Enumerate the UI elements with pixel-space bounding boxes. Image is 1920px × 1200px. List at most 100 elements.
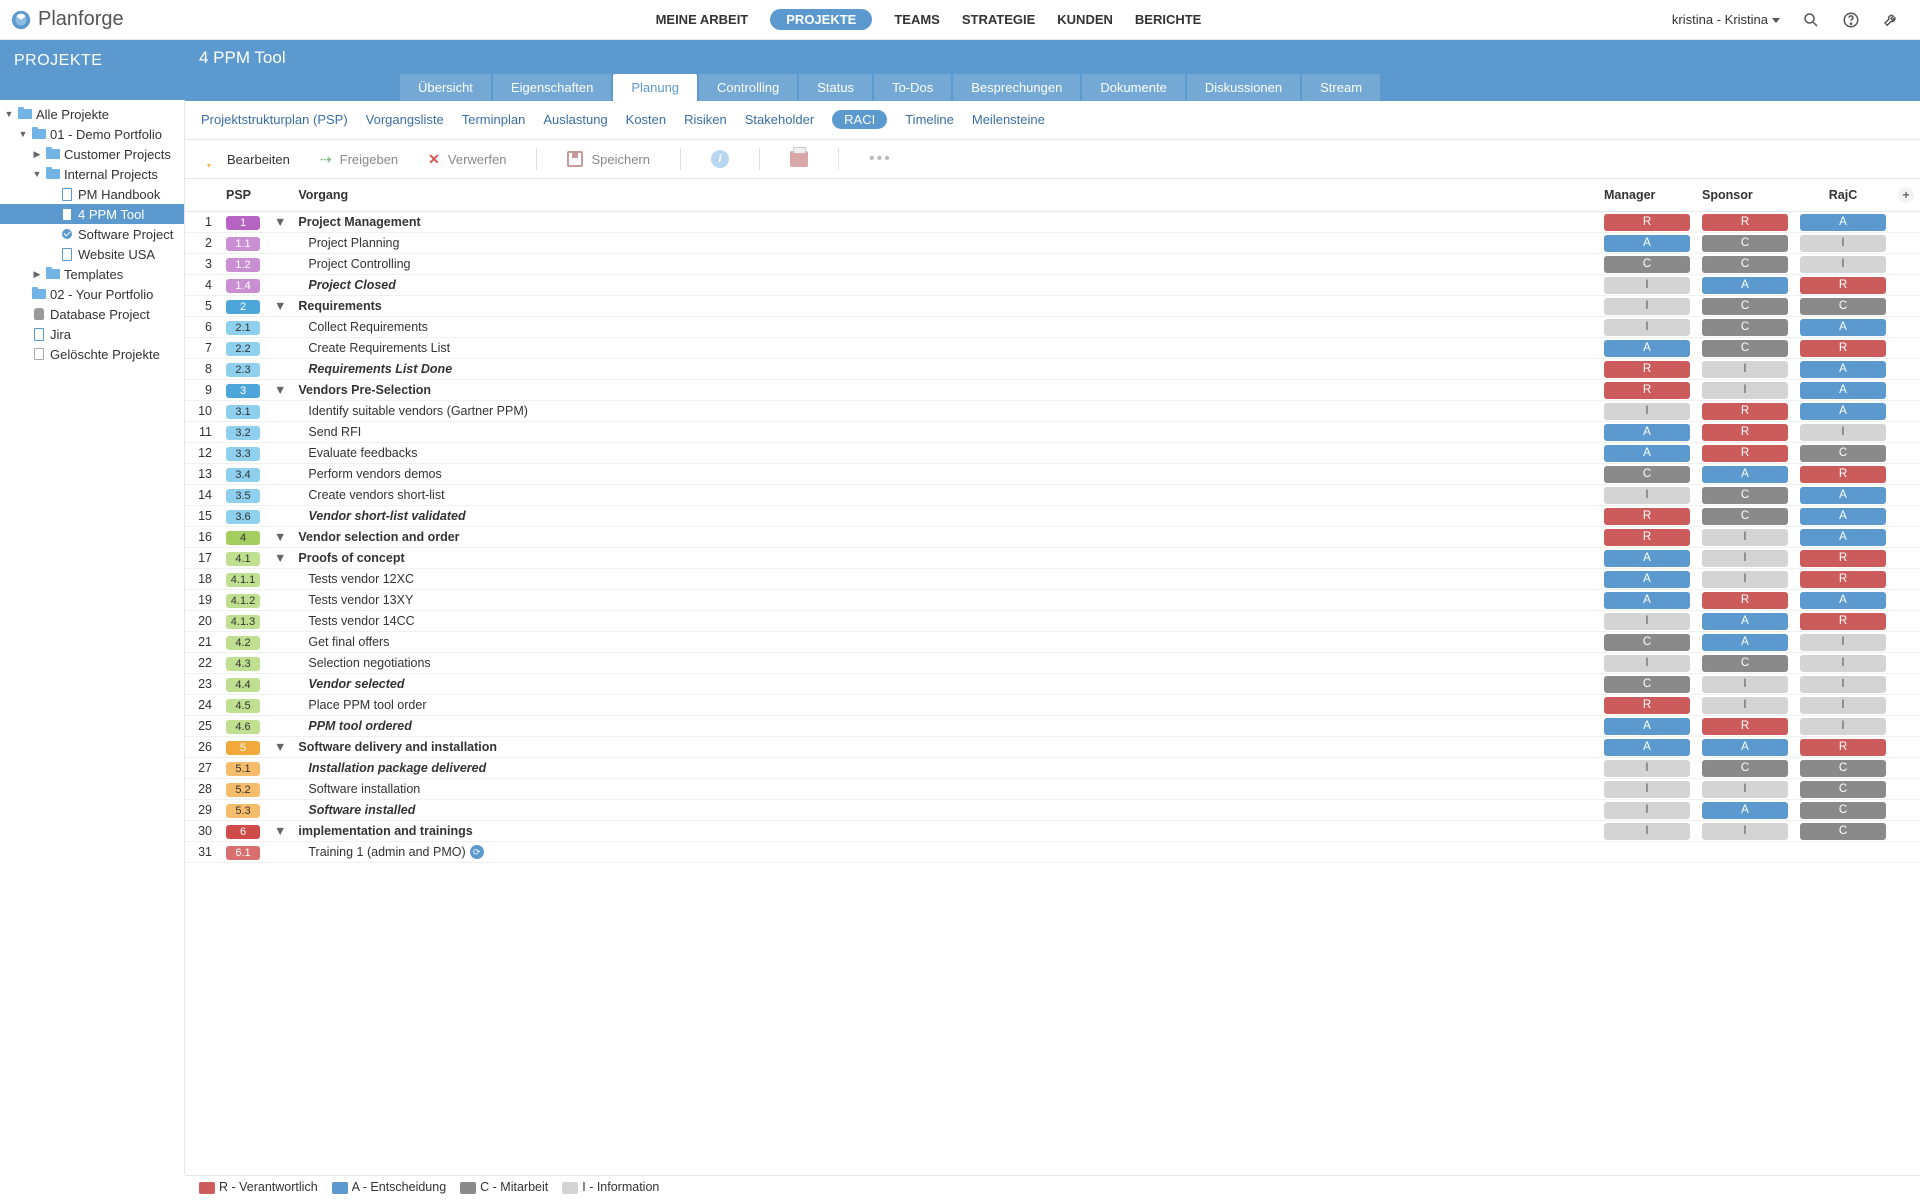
raci-cell[interactable]: C	[1800, 298, 1886, 315]
subtab-terminplan[interactable]: Terminplan	[462, 112, 526, 127]
raci-cell[interactable]: I	[1800, 655, 1886, 672]
raci-cell[interactable]: C	[1800, 781, 1886, 798]
raci-cell[interactable]: C	[1702, 340, 1788, 357]
raci-cell[interactable]: A	[1604, 445, 1690, 462]
raci-cell[interactable]: I	[1800, 718, 1886, 735]
raci-cell[interactable]: R	[1604, 508, 1690, 525]
tree-item[interactable]: Database Project	[0, 304, 184, 324]
subtab-projektstrukturplan-psp-[interactable]: Projektstrukturplan (PSP)	[201, 112, 348, 127]
tree-item[interactable]: 02 - Your Portfolio	[0, 284, 184, 304]
nav-kunden[interactable]: KUNDEN	[1057, 10, 1113, 29]
tree-toggle[interactable]: ▼	[4, 109, 14, 119]
subtab-meilensteine[interactable]: Meilensteine	[972, 112, 1045, 127]
table-row[interactable]: 41.4Project ClosedIAR	[185, 275, 1920, 296]
help-icon[interactable]	[1842, 11, 1860, 29]
subtab-timeline[interactable]: Timeline	[905, 112, 954, 127]
table-row[interactable]: 153.6Vendor short-list validatedRCA	[185, 506, 1920, 527]
table-row[interactable]: 133.4Perform vendors demosCAR	[185, 464, 1920, 485]
raci-cell[interactable]: I	[1800, 256, 1886, 273]
table-row[interactable]: 164▼Vendor selection and orderRIA	[185, 527, 1920, 548]
save-button[interactable]: Speichern	[567, 151, 650, 167]
table-row[interactable]: 285.2Software installationIIC	[185, 779, 1920, 800]
raci-cell[interactable]: A	[1702, 802, 1788, 819]
nav-berichte[interactable]: BERICHTE	[1135, 10, 1201, 29]
tree-toggle[interactable]: ▼	[18, 129, 28, 139]
nav-strategie[interactable]: STRATEGIE	[962, 10, 1035, 29]
tab-diskussionen[interactable]: Diskussionen	[1187, 74, 1300, 101]
raci-cell[interactable]: C	[1702, 655, 1788, 672]
col-manager[interactable]: Manager	[1598, 179, 1696, 212]
row-toggle[interactable]: ▼	[268, 296, 292, 317]
table-row[interactable]: 82.3Requirements List DoneRIA	[185, 359, 1920, 380]
raci-cell[interactable]: I	[1702, 823, 1788, 840]
raci-cell[interactable]: R	[1604, 361, 1690, 378]
raci-cell[interactable]: C	[1702, 319, 1788, 336]
raci-cell[interactable]: C	[1800, 760, 1886, 777]
release-button[interactable]: ⇢ Freigeben	[320, 151, 398, 168]
raci-cell[interactable]: R	[1604, 382, 1690, 399]
raci-cell[interactable]: R	[1800, 739, 1886, 756]
raci-cell[interactable]: R	[1800, 277, 1886, 294]
row-toggle[interactable]: ▼	[268, 212, 292, 233]
tab-controlling[interactable]: Controlling	[699, 74, 797, 101]
tab-eigenschaften[interactable]: Eigenschaften	[493, 74, 611, 101]
raci-cell[interactable]: C	[1702, 508, 1788, 525]
raci-cell[interactable]: I	[1604, 655, 1690, 672]
raci-cell[interactable]: R	[1604, 529, 1690, 546]
table-row[interactable]: 194.1.2Tests vendor 13XYARA	[185, 590, 1920, 611]
raci-cell[interactable]: R	[1800, 613, 1886, 630]
raci-cell[interactable]: I	[1604, 319, 1690, 336]
search-icon[interactable]	[1802, 11, 1820, 29]
table-row[interactable]: 103.1Identify suitable vendors (Gartner …	[185, 401, 1920, 422]
nav-projekte[interactable]: PROJEKTE	[770, 9, 872, 30]
raci-cell[interactable]: A	[1800, 214, 1886, 231]
tab-übersicht[interactable]: Übersicht	[400, 74, 491, 101]
raci-cell[interactable]: I	[1800, 676, 1886, 693]
subtab-risiken[interactable]: Risiken	[684, 112, 727, 127]
more-button[interactable]: •••	[869, 150, 892, 168]
info-button[interactable]: i	[711, 150, 729, 168]
user-menu[interactable]: kristina - Kristina	[1672, 12, 1780, 27]
tree-item[interactable]: Jira	[0, 324, 184, 344]
raci-cell[interactable]: A	[1604, 592, 1690, 609]
raci-cell[interactable]: A	[1702, 634, 1788, 651]
raci-cell[interactable]: R	[1800, 550, 1886, 567]
raci-cell[interactable]: I	[1702, 529, 1788, 546]
raci-cell[interactable]: A	[1800, 508, 1886, 525]
table-row[interactable]: 184.1.1Tests vendor 12XCAIR	[185, 569, 1920, 590]
table-row[interactable]: 224.3Selection negotiationsICI	[185, 653, 1920, 674]
table-row[interactable]: 244.5Place PPM tool orderRII	[185, 695, 1920, 716]
raci-cell[interactable]: C	[1702, 256, 1788, 273]
nav-meine-arbeit[interactable]: MEINE ARBEIT	[656, 10, 749, 29]
table-row[interactable]: 254.6PPM tool orderedARI	[185, 716, 1920, 737]
tree-item[interactable]: 4 PPM Tool	[0, 204, 184, 224]
table-row[interactable]: 62.1Collect RequirementsICA	[185, 317, 1920, 338]
raci-cell[interactable]: I	[1800, 235, 1886, 252]
table-row[interactable]: 234.4Vendor selectedCII	[185, 674, 1920, 695]
raci-cell[interactable]: I	[1604, 298, 1690, 315]
tree-item[interactable]: ▶Customer Projects	[0, 144, 184, 164]
logo[interactable]: Planforge	[10, 8, 185, 31]
raci-cell[interactable]: A	[1604, 550, 1690, 567]
raci-cell[interactable]: A	[1800, 529, 1886, 546]
table-row[interactable]: 214.2Get final offersCAI	[185, 632, 1920, 653]
raci-cell[interactable]: I	[1702, 781, 1788, 798]
subtab-stakeholder[interactable]: Stakeholder	[745, 112, 814, 127]
tree-toggle[interactable]: ▶	[32, 269, 42, 280]
tree-toggle[interactable]: ▶	[32, 149, 42, 160]
raci-cell[interactable]: C	[1702, 487, 1788, 504]
raci-cell[interactable]: R	[1800, 466, 1886, 483]
raci-cell[interactable]: C	[1702, 760, 1788, 777]
raci-cell[interactable]: I	[1604, 277, 1690, 294]
tab-to-dos[interactable]: To-Dos	[874, 74, 951, 101]
raci-cell[interactable]: R	[1702, 403, 1788, 420]
tree-toggle[interactable]: ▼	[32, 169, 42, 179]
raci-cell[interactable]: A	[1702, 739, 1788, 756]
raci-cell[interactable]: A	[1702, 277, 1788, 294]
raci-table-wrap[interactable]: PSP Vorgang Manager Sponsor RajC + 11▼Pr…	[185, 179, 1920, 1174]
subtab-kosten[interactable]: Kosten	[626, 112, 666, 127]
raci-cell[interactable]: A	[1702, 613, 1788, 630]
raci-cell[interactable]: I	[1702, 571, 1788, 588]
row-toggle[interactable]: ▼	[268, 527, 292, 548]
col-sponsor[interactable]: Sponsor	[1696, 179, 1794, 212]
